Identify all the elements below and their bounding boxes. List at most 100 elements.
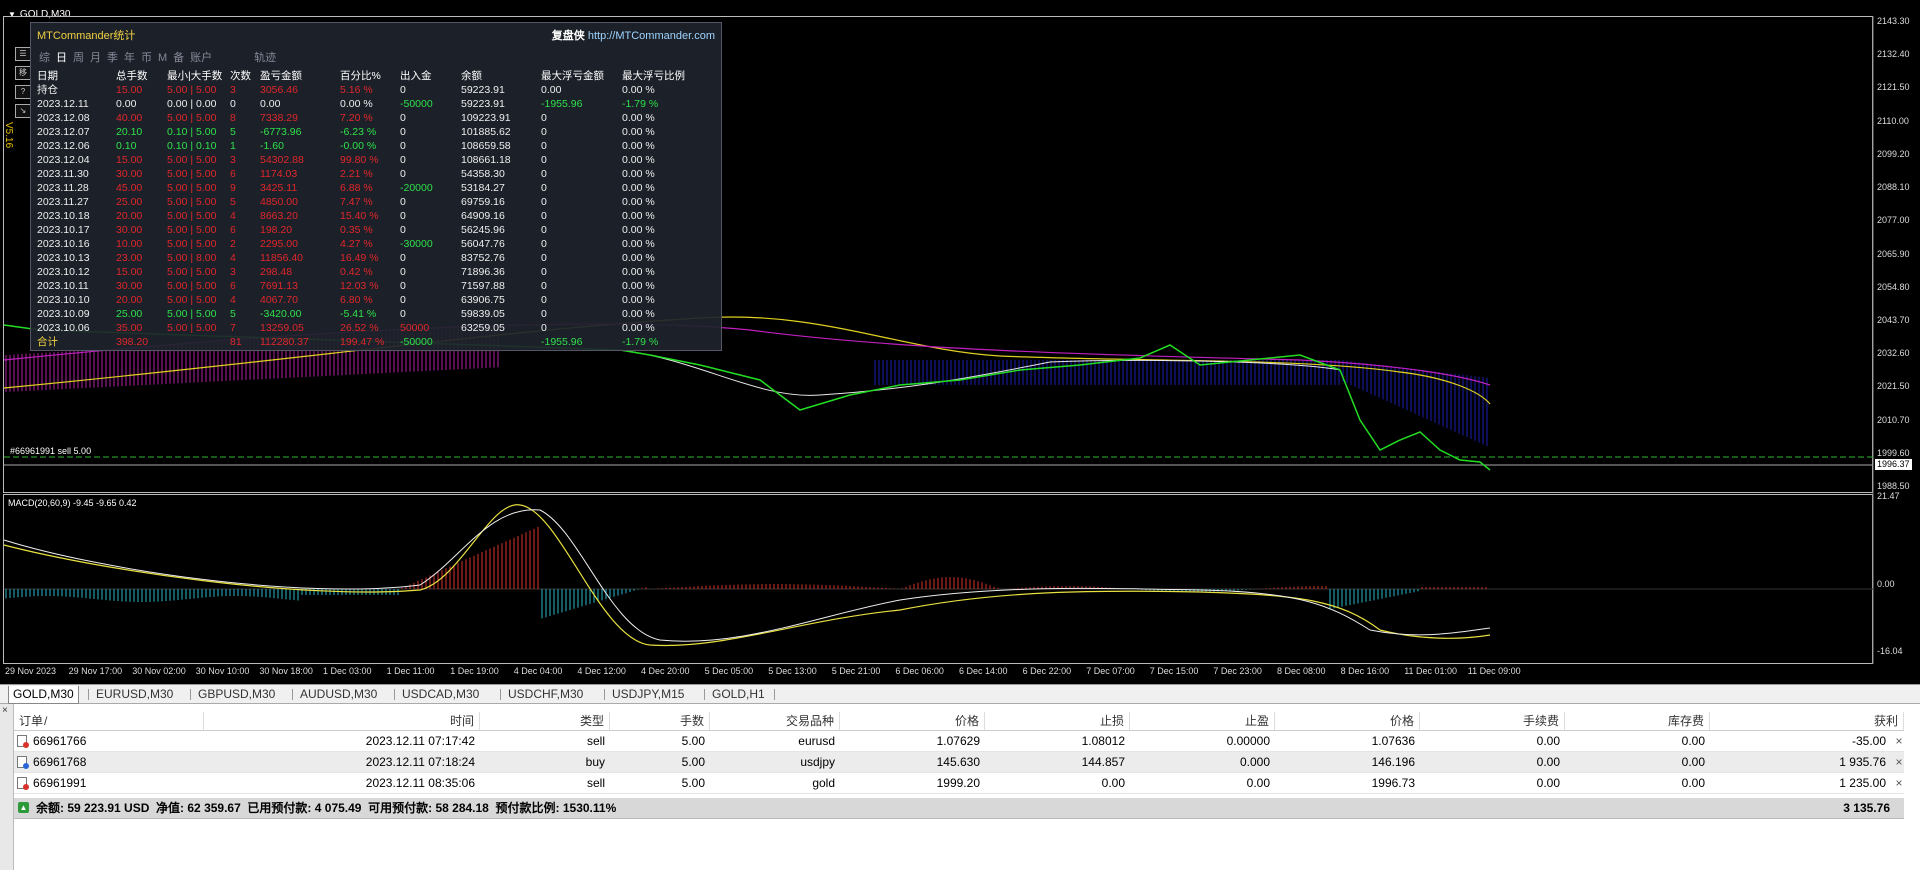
chart-tab[interactable]: USDJPY,M15 <box>608 686 688 703</box>
stats-cell: 2023.10.18 <box>37 210 90 222</box>
stats-cell: 2 <box>230 238 236 250</box>
stats-cell: 50000 <box>400 322 430 334</box>
stats-cell: 83752.76 <box>461 252 505 264</box>
chart-tab[interactable]: USDCHF,M30 <box>504 686 587 703</box>
stats-cell: 0 <box>400 266 406 278</box>
chart-window[interactable]: ▼ GOLD,M30 2143.30 2132.40 2121.50 2110.00 20… <box>0 0 1920 684</box>
stats-cell: 54358.30 <box>461 168 505 180</box>
chart-tab[interactable]: EURUSD,M30 <box>92 686 177 703</box>
stats-tab[interactable]: 年 <box>124 52 135 64</box>
stats-cell: 1174.03 <box>260 168 298 180</box>
orders-column-header[interactable]: 止盈 <box>1130 712 1275 730</box>
menu-icon[interactable]: ☰ <box>15 47 31 61</box>
stats-cell: -1.79 % <box>622 98 659 110</box>
order-symbol: eurusd <box>798 734 835 748</box>
stats-cell: 0.00 % <box>622 308 655 320</box>
stats-tab[interactable]: 轨迹 <box>254 52 276 64</box>
order-lots: 5.00 <box>681 755 705 769</box>
stats-cell: -6773.96 <box>260 126 302 138</box>
help-icon[interactable]: ? <box>15 85 31 99</box>
stats-row: 2023.10.18 20.00 5.00 | 5.00 4 8663.20 15.40 … <box>37 209 692 223</box>
stats-tab[interactable]: 账户 <box>190 52 212 64</box>
order-ticket: 66961991 <box>33 776 87 790</box>
order-lots: 5.00 <box>681 734 705 748</box>
order-commission: 0.00 <box>1536 776 1560 790</box>
close-order-icon[interactable]: × <box>1892 731 1906 751</box>
order-profit: -35.00 <box>1851 734 1886 748</box>
price-tick-label: 2043.70 <box>1877 314 1910 325</box>
orders-column-header[interactable]: 订单 <box>14 712 204 730</box>
move-icon[interactable]: 移 <box>15 66 31 80</box>
stats-cell: 53184.27 <box>461 182 505 194</box>
order-row[interactable]: 66961768 2023.12.11 07:18:24 buy 5.00 usdjpy… <box>14 752 1904 773</box>
stats-cell: 0 <box>541 196 547 208</box>
macd-signal-line <box>3 504 1491 647</box>
orders-column-header[interactable]: 获利 <box>1710 712 1904 730</box>
stats-cell: 10.00 <box>116 238 143 250</box>
price-tick-label: 2099.20 <box>1877 148 1910 159</box>
orders-column-header[interactable]: 价格 <box>840 712 985 730</box>
chart-tab[interactable]: USDCAD,M30 <box>398 686 483 703</box>
stats-tab[interactable]: 币 <box>141 52 152 64</box>
stats-cell: 20.00 <box>116 294 143 306</box>
stats-cell: -0.00 % <box>340 140 377 152</box>
order-open-price: 1999.20 <box>936 776 980 790</box>
macd-tick-label: -16.04 <box>1877 646 1903 656</box>
order-open-price: 1.07629 <box>936 734 980 748</box>
stats-cell: 13259.05 <box>260 322 304 334</box>
stats-cell: 0.00 % <box>622 140 655 152</box>
price-tick-label: 2032.60 <box>1877 348 1910 359</box>
stats-cell: 0.00 % <box>622 84 655 96</box>
stats-tabs: 综日周月季年币 M 备账户 轨迹 <box>39 49 282 65</box>
stats-tab[interactable]: 备 <box>173 52 184 64</box>
price-tick-label: 2065.90 <box>1877 248 1910 259</box>
stats-cell: -5.41 % <box>340 308 377 320</box>
stats-cell: 0.00 % <box>622 210 655 222</box>
close-icon[interactable]: × <box>2 705 8 716</box>
orders-table-header: 订单 / 时间 类型 手数 交易品种 价格 止损 止盈 价格 手续费 库存费 获利 <box>14 712 1904 731</box>
order-row[interactable]: 66961766 2023.12.11 07:17:42 sell 5.00 eurus… <box>14 731 1904 752</box>
brand-url[interactable]: http://MTCommander.com <box>588 30 715 42</box>
arrow-icon[interactable]: ↘ <box>15 104 31 118</box>
order-tp: 0.000 <box>1239 755 1270 769</box>
orders-column-header[interactable]: 止损 <box>985 712 1130 730</box>
close-order-icon[interactable]: × <box>1892 752 1906 772</box>
orders-column-header[interactable]: 价格 <box>1275 712 1420 730</box>
time-tick-label: 11 Dec 01:00 <box>1404 666 1458 676</box>
stats-cell: 5.00 | 5.00 <box>167 224 217 236</box>
stats-cell: 5.00 | 5.00 <box>167 322 217 334</box>
stats-tab[interactable]: 周 <box>73 52 84 64</box>
stats-tab[interactable]: 季 <box>107 52 118 64</box>
tab-separator <box>604 689 605 700</box>
stats-tab[interactable]: M <box>158 52 167 64</box>
chart-tab[interactable]: AUDUSD,M30 <box>296 686 381 703</box>
stats-tab[interactable]: 月 <box>90 52 101 64</box>
orders-column-header[interactable]: 时间 <box>204 712 480 730</box>
order-commission: 0.00 <box>1536 755 1560 769</box>
orders-column-header[interactable]: 手数 <box>610 712 710 730</box>
order-type: sell <box>586 734 605 748</box>
orders-column-header[interactable]: 类型 <box>480 712 610 730</box>
stats-cell: 0 <box>541 126 547 138</box>
side-toolbar: ☰ 移 ? ↘ <box>15 47 31 123</box>
close-order-icon[interactable]: × <box>1892 773 1906 793</box>
orders-column-header[interactable]: 库存费 <box>1565 712 1710 730</box>
order-row[interactable]: 66961991 2023.12.11 08:35:06 sell 5.00 gold 1… <box>14 773 1904 794</box>
stats-tab[interactable]: 综 <box>39 52 50 64</box>
stats-cell: 59839.05 <box>461 308 505 320</box>
orders-column-header[interactable]: 交易品种 <box>710 712 840 730</box>
stats-cell: 0 <box>541 308 547 320</box>
chart-tab[interactable]: GBPUSD,M30 <box>194 686 279 703</box>
orders-column-header[interactable]: / <box>44 712 64 730</box>
stats-cell: -50000 <box>400 98 433 110</box>
order-price: 146.196 <box>1371 755 1415 769</box>
chart-tab[interactable]: GOLD,H1 <box>708 686 769 703</box>
chart-tab[interactable]: GOLD,M30 <box>8 686 79 704</box>
stats-cell: 7.47 % <box>340 196 373 208</box>
stats-cell: 9 <box>230 182 236 194</box>
stats-tab[interactable]: 日 <box>56 52 67 64</box>
orders-column-header[interactable]: 手续费 <box>1420 712 1565 730</box>
stats-cell: 0 <box>541 140 547 152</box>
stats-cell: 4.27 % <box>340 238 373 250</box>
stats-cell: 0 <box>400 210 406 222</box>
